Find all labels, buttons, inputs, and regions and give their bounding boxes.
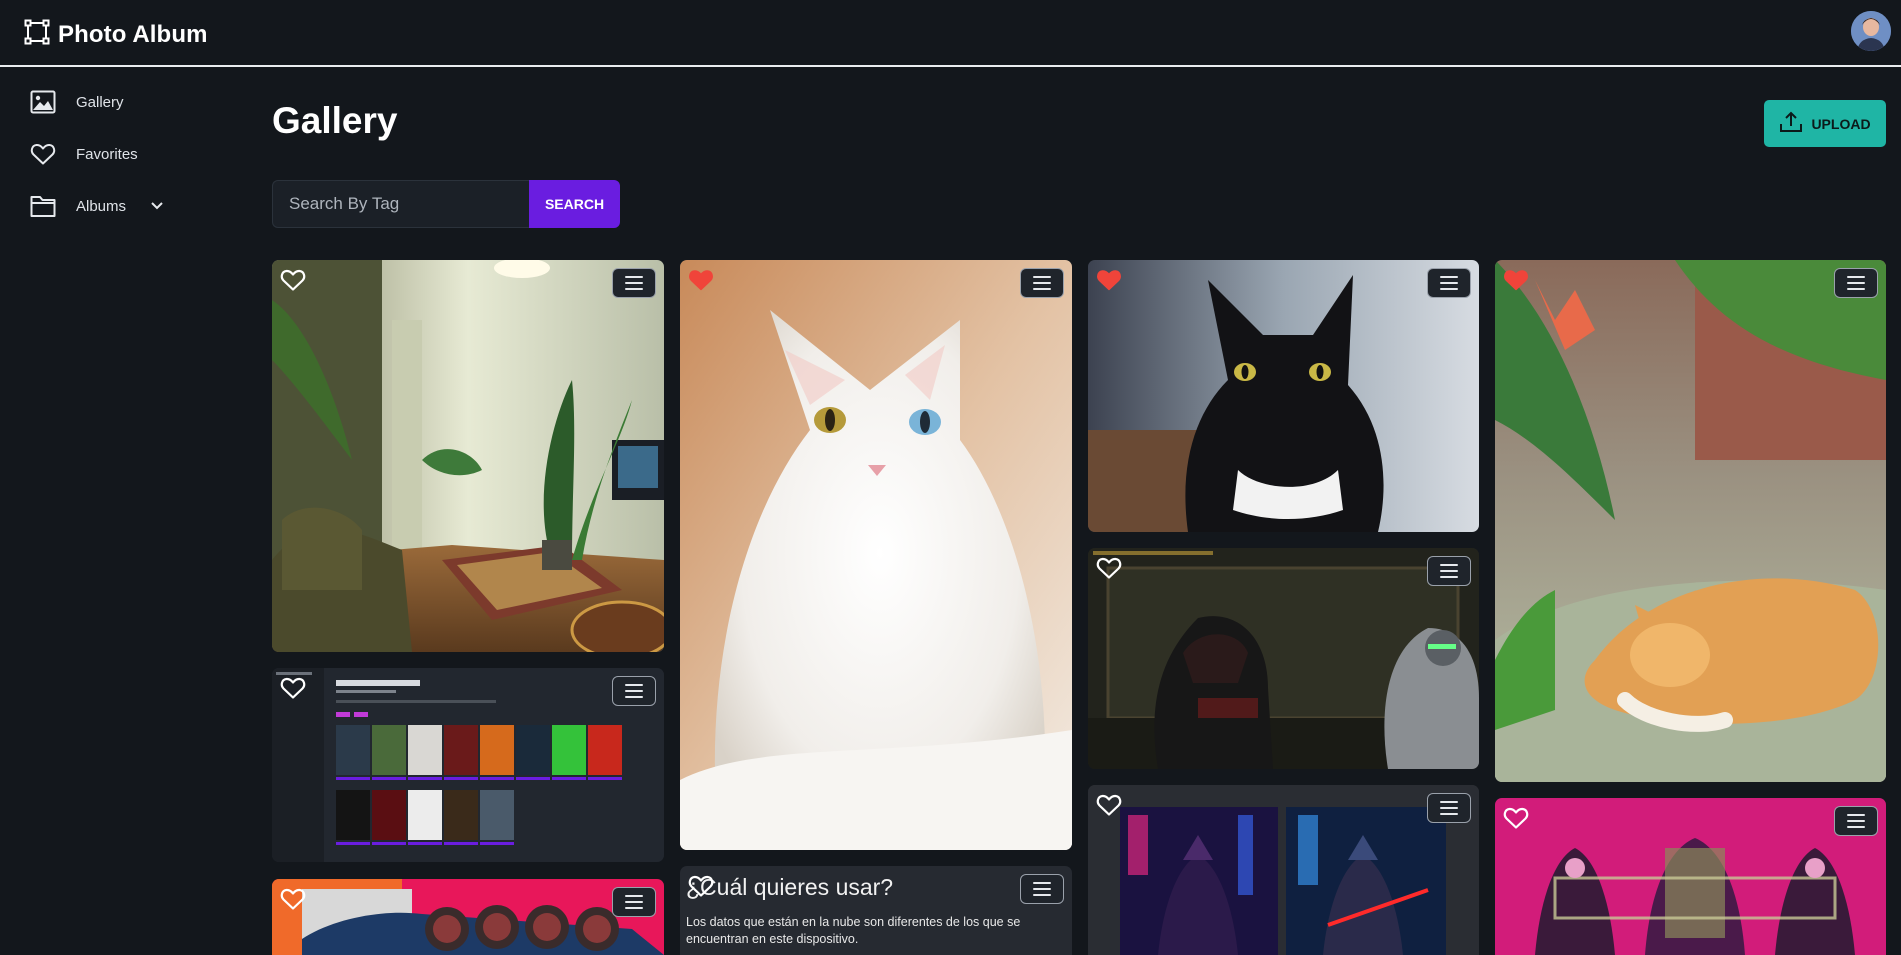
favorite-toggle-icon[interactable] <box>1096 556 1122 580</box>
card-menu-button[interactable] <box>1427 556 1471 586</box>
photo-dead-space-game <box>1088 548 1479 769</box>
card-menu-button[interactable] <box>1020 268 1064 298</box>
heart-outline-icon <box>30 141 56 167</box>
dialog-body-text: Los datos que están en la nube son difer… <box>686 915 1021 946</box>
sidebar-item-gallery[interactable]: Gallery <box>30 84 124 120</box>
top-app-bar: Photo Album <box>0 0 1901 67</box>
photo-orange-cat <box>1495 260 1886 782</box>
search-button[interactable]: SEARCH <box>529 180 620 228</box>
sidebar: Gallery Favorites Albums <box>0 69 250 955</box>
favorite-toggle-icon[interactable] <box>1503 806 1529 830</box>
favorite-toggle-icon[interactable] <box>688 874 714 898</box>
photo-red-car <box>272 879 664 955</box>
brand[interactable]: Photo Album <box>24 19 208 50</box>
photo-pink-anime <box>1495 798 1886 955</box>
photo-card[interactable] <box>680 260 1072 850</box>
upload-icon <box>1779 111 1803 136</box>
photo-black-cat <box>1088 260 1479 532</box>
photo-card[interactable] <box>272 879 664 955</box>
photo-card[interactable] <box>1088 548 1479 769</box>
favorite-toggle-icon[interactable] <box>1096 268 1122 292</box>
sidebar-item-label: Albums <box>76 197 127 215</box>
card-menu-button[interactable] <box>1834 806 1878 836</box>
favorite-toggle-icon[interactable] <box>688 268 714 292</box>
favorite-toggle-icon[interactable] <box>1096 793 1122 817</box>
photo-card[interactable] <box>272 668 664 862</box>
photo-living-room <box>272 260 664 652</box>
card-menu-button[interactable] <box>612 887 656 917</box>
photo-card[interactable] <box>272 260 664 652</box>
sidebar-item-albums[interactable]: Albums <box>30 188 164 224</box>
card-menu-button[interactable] <box>1427 793 1471 823</box>
avatar[interactable] <box>1851 11 1891 51</box>
sidebar-item-label: Gallery <box>76 93 124 111</box>
image-icon <box>30 89 56 115</box>
app-logo-icon <box>24 19 50 50</box>
card-menu-button[interactable] <box>1427 268 1471 298</box>
app-title: Photo Album <box>58 20 208 48</box>
photo-samurai-neon <box>1088 785 1479 955</box>
favorite-toggle-icon[interactable] <box>1503 268 1529 292</box>
search-input[interactable] <box>272 180 529 228</box>
sidebar-item-favorites[interactable]: Favorites <box>30 136 138 172</box>
search-bar: SEARCH <box>272 180 620 228</box>
card-menu-button[interactable] <box>612 676 656 706</box>
photo-card[interactable] <box>1495 260 1886 782</box>
card-menu-button[interactable] <box>612 268 656 298</box>
photo-card[interactable] <box>1495 798 1886 955</box>
photo-card[interactable]: ¿Cuál quieres usar? Los datos que están … <box>680 866 1072 955</box>
favorite-toggle-icon[interactable] <box>280 887 306 911</box>
card-menu-button[interactable] <box>1834 268 1878 298</box>
dialog-title-text: ¿Cuál quieres usar? <box>686 874 894 900</box>
card-menu-button[interactable] <box>1020 874 1064 904</box>
favorite-toggle-icon[interactable] <box>280 676 306 700</box>
chevron-down-icon[interactable] <box>150 201 164 211</box>
upload-button-label: UPLOAD <box>1811 115 1871 132</box>
sidebar-item-label: Favorites <box>76 145 138 163</box>
photo-book-list-screenshot <box>272 668 664 862</box>
page-title: Gallery <box>272 100 398 141</box>
photo-white-cat <box>680 260 1072 850</box>
favorite-toggle-icon[interactable] <box>280 268 306 292</box>
photo-card[interactable] <box>1088 260 1479 532</box>
upload-button[interactable]: UPLOAD <box>1764 100 1886 147</box>
folder-icon <box>30 193 56 219</box>
photo-card[interactable] <box>1088 785 1479 955</box>
